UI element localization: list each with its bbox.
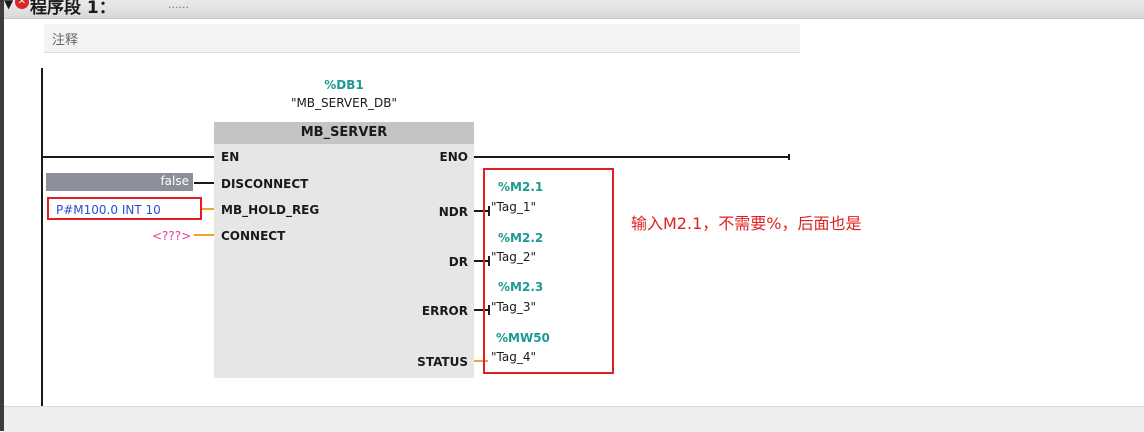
network-bottom-bar xyxy=(4,406,1144,432)
collapse-chevron-icon[interactable]: ▼ xyxy=(4,0,13,11)
mb-hold-reg-value[interactable]: P#M100.0 INT 10 xyxy=(56,203,161,217)
connect-value[interactable]: <???> xyxy=(152,229,191,243)
pin-status: STATUS xyxy=(417,355,468,369)
rung-wire-in xyxy=(43,156,214,158)
rung-wire-out xyxy=(474,156,788,158)
rung-end-marker xyxy=(788,154,790,160)
highlight-box-outputs xyxy=(483,168,614,374)
disconnect-value: false xyxy=(160,174,189,188)
network-title-placeholder[interactable]: ...... xyxy=(168,0,189,11)
editor-left-border xyxy=(0,0,4,431)
pin-connect: CONNECT xyxy=(221,229,286,243)
mb-hold-reg-wire xyxy=(202,208,214,210)
network-comment-text: 注释 xyxy=(52,33,79,48)
instance-db-address[interactable]: %DB1 xyxy=(284,78,404,92)
network-title[interactable]: 程序段 1： xyxy=(30,0,116,18)
disconnect-value-field[interactable]: false xyxy=(46,173,193,191)
disconnect-wire xyxy=(194,182,214,184)
pin-eno: ENO xyxy=(439,150,468,164)
pin-disconnect: DISCONNECT xyxy=(221,177,309,191)
pin-dr: DR xyxy=(448,255,468,269)
network-comment-field[interactable]: 注释 xyxy=(44,24,800,53)
pin-ndr: NDR xyxy=(438,205,468,219)
block-type-label: MB_SERVER xyxy=(300,125,388,140)
power-rail xyxy=(41,68,43,406)
pin-mb-hold-reg: MB_HOLD_REG xyxy=(221,203,320,217)
connect-wire xyxy=(194,234,214,236)
pin-en: EN xyxy=(221,150,240,164)
annotation-text: 输入M2.1，不需要%，后面也是 xyxy=(631,214,862,233)
pin-error: ERROR xyxy=(421,304,468,318)
instance-db-name[interactable]: "MB_SERVER_DB" xyxy=(264,96,424,110)
